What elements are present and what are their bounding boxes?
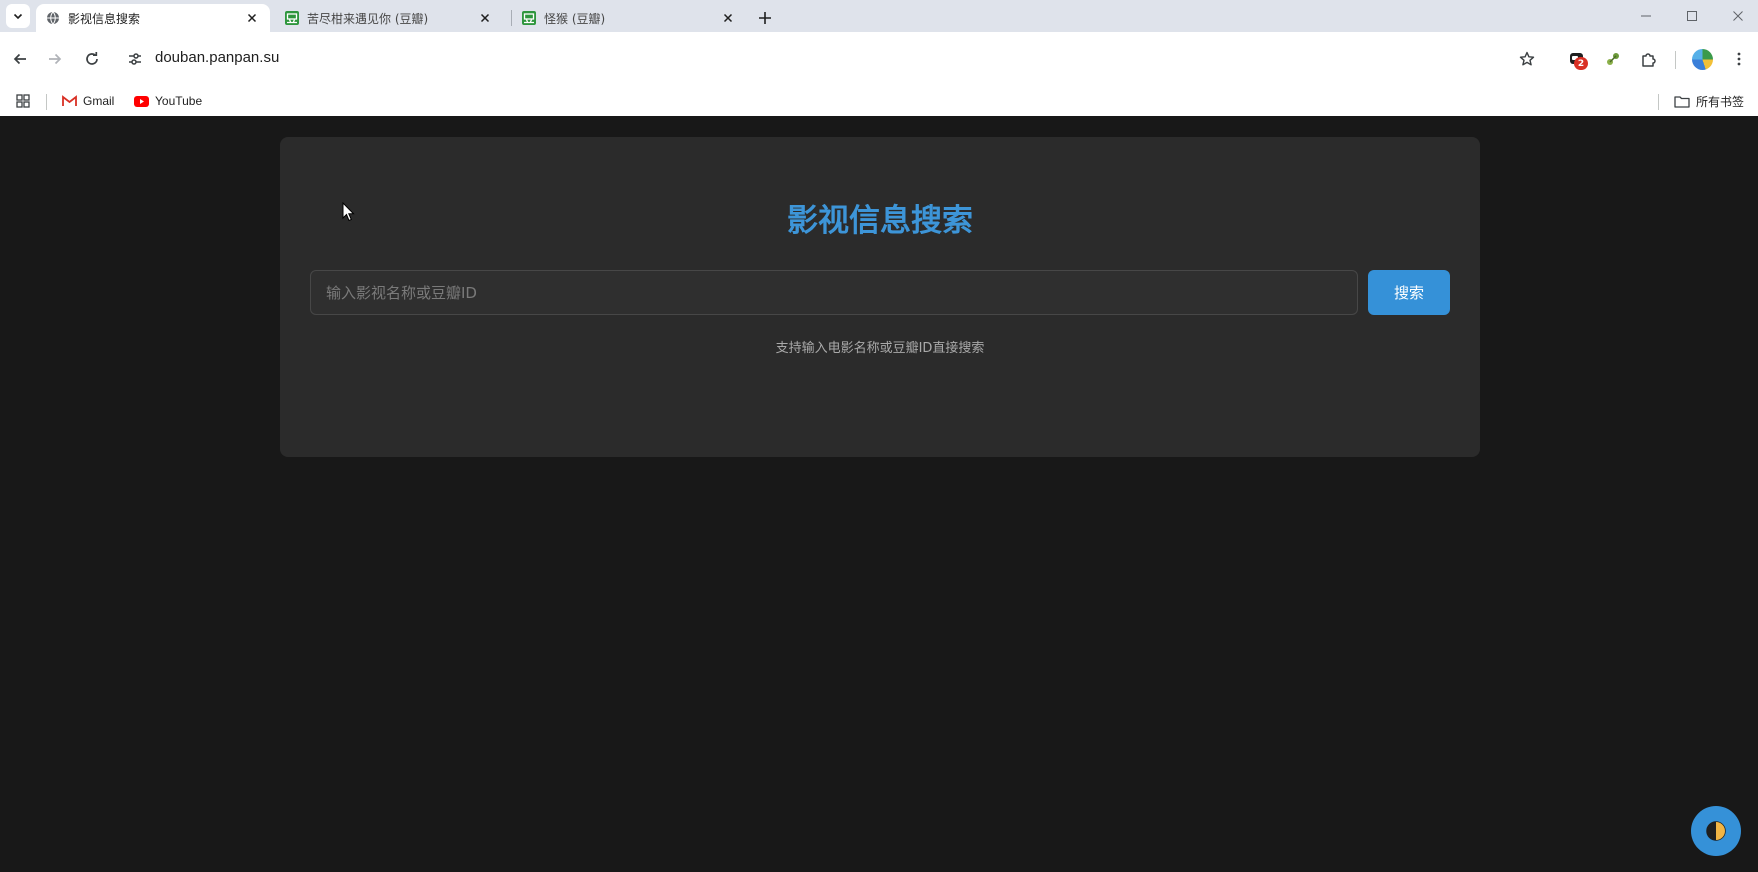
puzzle-leaf-icon <box>1607 53 1619 65</box>
search-hint: 支持输入电影名称或豆瓣ID直接搜索 <box>775 341 985 356</box>
tab-title: 影视信息搜索 <box>68 11 141 26</box>
bookmark-label: Gmail <box>83 94 115 108</box>
menu-button[interactable] <box>1724 44 1754 74</box>
reload-button[interactable] <box>77 44 107 74</box>
douban-icon <box>285 11 299 25</box>
close-icon <box>1733 11 1743 21</box>
page-title: 影视信息搜索 <box>787 203 973 239</box>
bookmark-separator <box>1658 94 1659 110</box>
bookmark-gmail[interactable]: Gmail <box>62 92 114 110</box>
gmail-icon <box>62 95 77 106</box>
globe-icon <box>47 11 59 25</box>
close-window-button[interactable] <box>1715 0 1758 32</box>
bookmark-star-button[interactable] <box>1512 44 1542 74</box>
avatar[interactable] <box>1692 49 1713 70</box>
page-content: 影视信息搜索 搜索 支持输入电影名称或豆瓣ID直接搜索 <box>0 116 1758 872</box>
search-card: 影视信息搜索 搜索 支持输入电影名称或豆瓣ID直接搜索 <box>280 137 1480 457</box>
arrow-right-icon <box>49 53 62 65</box>
site-info-button[interactable] <box>120 44 150 74</box>
tab-douban-2[interactable]: 怪猴 (豆瓣) <box>512 4 746 32</box>
forward-button[interactable] <box>40 44 70 74</box>
close-icon[interactable] <box>477 10 493 26</box>
new-tab-button[interactable] <box>753 6 777 30</box>
minimize-icon <box>1641 15 1651 17</box>
extension-button[interactable] <box>1598 44 1628 74</box>
tab-title: 苦尽柑来遇见你 (豆瓣) <box>307 11 429 26</box>
youtube-icon <box>134 95 149 107</box>
minimize-button[interactable] <box>1623 0 1669 32</box>
search-input[interactable] <box>310 270 1358 315</box>
browser-toolbar: douban.panpan.su 2 <box>0 32 1758 86</box>
plus-icon <box>759 12 771 24</box>
tab-title: 怪猴 (豆瓣) <box>544 11 606 26</box>
apps-button[interactable] <box>16 92 30 110</box>
reload-icon <box>86 52 98 65</box>
theme-toggle-button[interactable] <box>1691 806 1741 856</box>
tab-movie-search[interactable]: 影视信息搜索 <box>36 4 270 32</box>
bookmark-separator <box>46 94 47 110</box>
bookmark-label: YouTube <box>155 94 203 108</box>
apps-grid-icon <box>16 94 30 108</box>
tab-search-button[interactable] <box>6 4 30 28</box>
tab-douban-1[interactable]: 苦尽柑来遇见你 (豆瓣) <box>275 4 503 32</box>
half-circle-icon <box>1706 821 1726 841</box>
notification-badge: 2 <box>1574 57 1588 70</box>
chevron-down-icon <box>13 13 23 20</box>
more-vert-icon <box>1737 52 1741 66</box>
star-icon <box>1519 51 1535 66</box>
puzzle-icon <box>1642 53 1656 67</box>
address-bar[interactable]: douban.panpan.su <box>155 49 279 66</box>
bookmarks-bar: Gmail YouTube 所有书签 <box>0 86 1758 116</box>
all-bookmarks-button[interactable]: 所有书签 <box>1674 92 1744 110</box>
extension-button[interactable]: 2 <box>1562 44 1592 74</box>
maximize-button[interactable] <box>1669 0 1715 32</box>
maximize-icon <box>1687 11 1697 21</box>
close-icon[interactable] <box>244 10 260 26</box>
douban-icon <box>522 11 536 25</box>
back-button[interactable] <box>5 44 35 74</box>
arrow-left-icon <box>13 53 26 65</box>
extensions-menu-button[interactable] <box>1634 44 1664 74</box>
toolbar-divider <box>1675 51 1676 69</box>
tab-strip: 影视信息搜索 苦尽柑来遇见你 (豆瓣) 怪猴 (豆瓣) <box>0 0 1758 32</box>
mouse-cursor-icon <box>342 202 355 222</box>
bookmark-label: 所有书签 <box>1696 94 1745 109</box>
folder-icon <box>1674 95 1690 108</box>
close-icon[interactable] <box>720 10 736 26</box>
tune-icon <box>129 53 141 65</box>
search-button[interactable]: 搜索 <box>1368 270 1450 315</box>
bookmark-youtube[interactable]: YouTube <box>134 92 202 110</box>
